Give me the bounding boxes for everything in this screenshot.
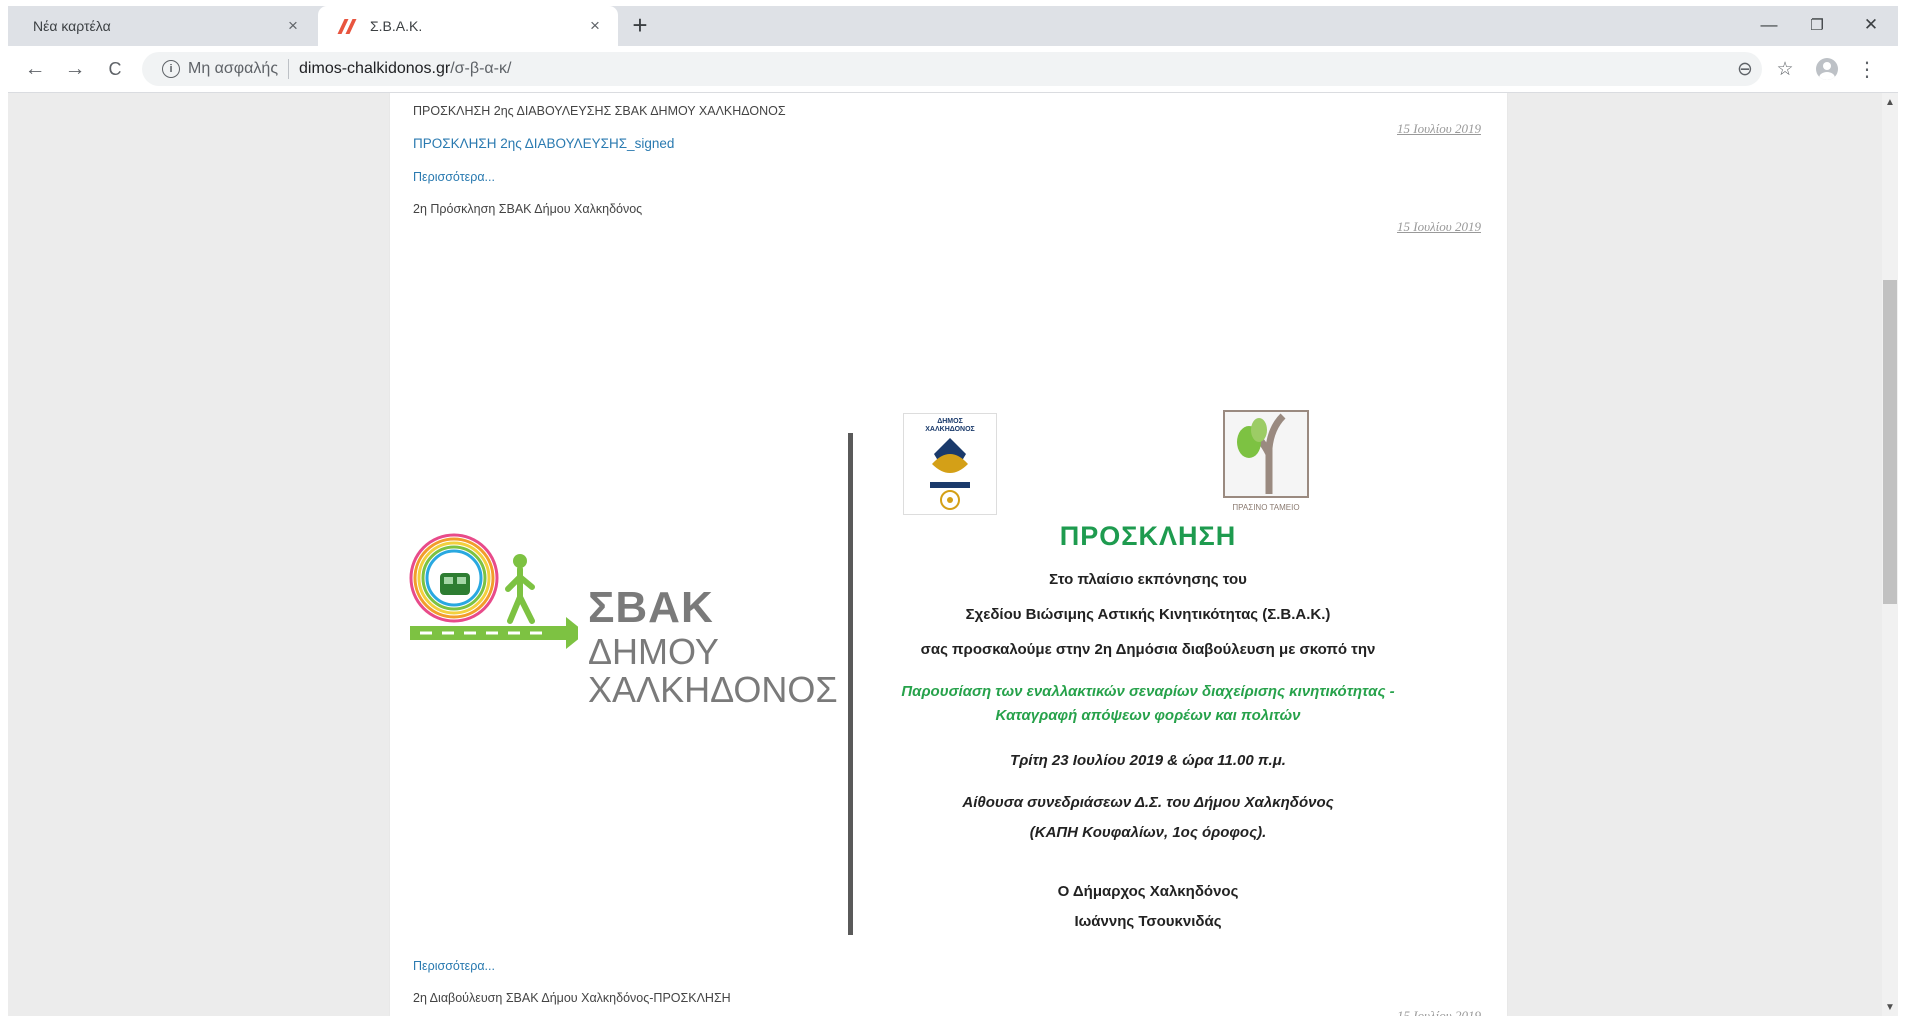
poster-divider xyxy=(848,433,853,935)
invitation-line: Σχεδίου Βιώσιμης Αστικής Κινητικότητας (… xyxy=(965,606,1331,623)
tab-new-tab[interactable]: Νέα καρτέλα × xyxy=(8,6,316,46)
invitation-poster: ΣΒΑΚ ΔΗΜΟΥ ΧΑΛΚΗΔΟΝΟΣ ΔΗΜΟΣ ΧΑΛΚΗΔΟΝΟΣ Π… xyxy=(408,293,1468,943)
restore-button[interactable]: ❐ xyxy=(1794,8,1840,42)
site-favicon-icon xyxy=(337,18,360,34)
crest-label-line: ΔΗΜΟΣ xyxy=(937,418,963,425)
fund-label: ΠΡΑΣΙΝΟ ΤΑΜΕΙΟ xyxy=(1232,503,1300,512)
signer-role: Ο Δήμαρχος Χαλκηδόνος xyxy=(1057,883,1239,900)
info-icon[interactable]: i xyxy=(162,60,180,78)
crest-emblem-icon xyxy=(930,438,970,510)
content-column: ΠΡΟΣΚΛΗΣΗ 2ης ΔΙΑΒΟΥΛΕΥΣΗΣ ΣΒΑΚ ΔΗΜΟΥ ΧΑ… xyxy=(390,93,1507,1016)
window-close-button[interactable]: ✕ xyxy=(1848,8,1894,42)
invitation-venue: (ΚΑΠΗ Κουφαλίων, 1ος όροφος). xyxy=(1029,824,1267,841)
tab-title: Σ.Β.Α.Κ. xyxy=(370,18,423,34)
post-title[interactable]: 2η Διαβούλευση ΣΒΑΚ Δήμου Χαλκηδόνος-ΠΡΟ… xyxy=(413,991,731,1005)
crest-label: ΔΗΜΟΣ ΧΑΛΚΗΔΟΝΟΣ xyxy=(904,418,996,434)
crest-label-line: ΧΑΛΚΗΔΟΝΟΣ xyxy=(925,426,975,433)
menu-icon[interactable]: ⋮ xyxy=(1854,56,1880,82)
invitation-subject: Καταγραφή απόψεων φορέων και πολιτών xyxy=(995,707,1301,724)
read-more-link[interactable]: Περισσότερα... xyxy=(413,959,495,973)
tab-strip: Νέα καρτέλα × Σ.Β.Α.Κ. × + — ❐ ✕ xyxy=(8,6,1898,46)
green-fund-logo: ΠΡΑΣΙΝΟ ΤΑΜΕΙΟ xyxy=(1221,408,1316,516)
reload-button[interactable]: C xyxy=(100,54,130,84)
sbak-brand-line: ΧΑΛΚΗΔΟΝΟΣ xyxy=(588,669,838,710)
invitation-datetime: Τρίτη 23 Ιουλίου 2019 & ώρα 11.00 π.μ. xyxy=(1010,752,1286,769)
bookmark-star-icon[interactable]: ☆ xyxy=(1772,56,1798,82)
scrollbar-thumb[interactable] xyxy=(1883,280,1897,604)
invitation-venue: Αίθουσα συνεδριάσεων Δ.Σ. του Δήμου Χαλκ… xyxy=(962,794,1334,811)
invitation-line: Στο πλαίσιο εκπόνησης του xyxy=(1049,571,1247,588)
url-domain[interactable]: dimos-chalkidonos.gr xyxy=(299,60,450,78)
back-button[interactable]: ← xyxy=(20,54,50,84)
close-tab-icon[interactable]: × xyxy=(284,17,302,35)
invitation-title: ΠΡΟΣΚΛΗΣΗ xyxy=(1059,521,1237,551)
sbak-brand-line: ΔΗΜΟΥ xyxy=(588,631,719,672)
invitation-line: σας προσκαλούμε στην 2η Δημόσια διαβούλε… xyxy=(920,641,1376,658)
zoom-icon[interactable]: ⊖ xyxy=(1732,56,1758,82)
tree-icon xyxy=(1223,410,1309,498)
post-date[interactable]: 15 Ιουλίου 2019 xyxy=(1397,1008,1481,1016)
page-viewport: ΠΡΟΣΚΛΗΣΗ 2ης ΔΙΑΒΟΥΛΕΥΣΗΣ ΣΒΑΚ ΔΗΜΟΥ ΧΑ… xyxy=(8,93,1882,1016)
minimize-button[interactable]: — xyxy=(1746,8,1792,42)
signer-name: Ιωάννης Τσουκνιδάς xyxy=(1074,913,1222,930)
attachment-link[interactable]: ΠΡΟΣΚΛΗΣΗ 2ης ΔΙΑΒΟΥΛΕΥΣΗΣ_signed xyxy=(413,136,674,151)
security-label[interactable]: Μη ασφαλής xyxy=(188,60,278,78)
scroll-up-arrow[interactable]: ▲ xyxy=(1882,95,1898,111)
invitation-subject: Παρουσίαση των εναλλακτικών σεναρίων δια… xyxy=(901,683,1395,700)
tab-title: Νέα καρτέλα xyxy=(33,18,111,34)
omnibox-separator xyxy=(288,59,290,79)
read-more-link[interactable]: Περισσότερα... xyxy=(413,170,495,184)
tab-sbak[interactable]: Σ.Β.Α.Κ. × xyxy=(318,6,618,46)
close-tab-icon[interactable]: × xyxy=(586,17,604,35)
address-bar[interactable]: i Μη ασφαλής dimos-chalkidonos.gr /σ-β-α… xyxy=(142,52,1762,86)
sbak-logo-icon xyxy=(409,533,578,649)
post-date[interactable]: 15 Ιουλίου 2019 xyxy=(1397,121,1481,137)
window-frame-right xyxy=(1898,0,1905,1016)
browser-toolbar: ← → C i Μη ασφαλής dimos-chalkidonos.gr … xyxy=(8,46,1898,93)
post-title[interactable]: ΠΡΟΣΚΛΗΣΗ 2ης ΔΙΑΒΟΥΛΕΥΣΗΣ ΣΒΑΚ ΔΗΜΟΥ ΧΑ… xyxy=(413,104,786,118)
post-date[interactable]: 15 Ιουλίου 2019 xyxy=(1397,219,1481,235)
profile-button[interactable] xyxy=(1814,56,1840,82)
municipality-crest: ΔΗΜΟΣ ΧΑΛΚΗΔΟΝΟΣ xyxy=(903,413,997,515)
avatar-icon xyxy=(1816,58,1838,80)
new-tab-button[interactable]: + xyxy=(628,12,652,38)
scroll-down-arrow[interactable]: ▼ xyxy=(1882,1000,1898,1016)
url-path[interactable]: /σ-β-α-κ/ xyxy=(450,60,511,78)
window-frame-left xyxy=(0,0,8,1016)
post-title[interactable]: 2η Πρόσκληση ΣΒΑΚ Δήμου Χαλκηδόνος xyxy=(413,202,642,216)
sbak-brand-title: ΣΒΑΚ xyxy=(588,583,714,632)
forward-button[interactable]: → xyxy=(60,54,90,84)
